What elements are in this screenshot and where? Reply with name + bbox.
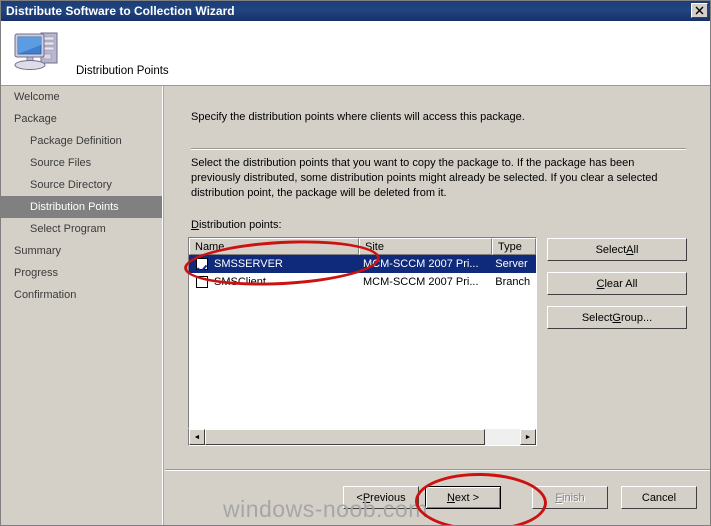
sidebar-item-source-directory[interactable]: Source Directory <box>1 174 162 196</box>
sidebar-item-progress[interactable]: Progress <box>1 262 162 284</box>
distribution-points-list[interactable]: Name Site Type SMSSERVER MCM-SCCM 2007 P… <box>188 237 537 429</box>
btn-pre: Select <box>595 243 627 256</box>
row-site-cell: MCM-SCCM 2007 Pri... <box>363 276 479 288</box>
row-type-cell: Branch <box>495 276 531 288</box>
select-group-button[interactable]: Select Group... <box>547 306 687 329</box>
btn-post: ext > <box>454 491 480 504</box>
next-button[interactable]: Next > <box>425 486 501 509</box>
btn-post: ll <box>633 243 639 256</box>
title-bar: Distribute Software to Collection Wizard <box>1 1 710 21</box>
row-name-text: SMSSERVER <box>214 258 283 270</box>
btn-post: Cancel <box>641 491 677 504</box>
sidebar-item-package-definition[interactable]: Package Definition <box>1 130 162 152</box>
sidebar-item-welcome[interactable]: Welcome <box>1 86 162 108</box>
btn-post: roup... <box>620 311 653 324</box>
wizard-window: Distribute Software to Collection Wizard <box>0 0 711 526</box>
scroll-right-icon[interactable]: ► <box>520 429 536 445</box>
sidebar-item-confirmation[interactable]: Confirmation <box>1 284 162 306</box>
btn-accel: P <box>362 491 371 504</box>
wizard-header: Distribution Points <box>1 21 710 84</box>
btn-accel: F <box>555 491 563 504</box>
sidebar-divider <box>162 86 164 525</box>
wizard-steps-sidebar: Welcome Package Package Definition Sourc… <box>1 86 162 525</box>
btn-accel: C <box>596 277 605 290</box>
horizontal-scrollbar[interactable]: ◄ ► <box>188 429 537 446</box>
previous-button[interactable]: < Previous <box>343 486 419 509</box>
btn-post: revious <box>370 491 406 504</box>
scrollbar-track[interactable] <box>205 429 520 445</box>
checkbox-icon[interactable] <box>196 276 208 288</box>
description-text: Select the distribution points that you … <box>191 157 658 199</box>
section-divider <box>191 148 686 150</box>
scrollbar-thumb[interactable] <box>205 429 485 445</box>
label-accel-char: D <box>191 219 199 231</box>
btn-post: lear All <box>604 277 638 290</box>
list-column-headers: Name Site Type <box>189 238 536 255</box>
cancel-button[interactable]: Cancel <box>621 486 697 509</box>
sidebar-item-source-files[interactable]: Source Files <box>1 152 162 174</box>
computer-server-icon <box>11 27 65 75</box>
sidebar-item-package[interactable]: Package <box>1 108 162 130</box>
column-header-type[interactable]: Type <box>492 238 536 255</box>
finish-button: Finish <box>532 486 608 509</box>
row-name-cell: SMSClient <box>189 276 358 288</box>
footer-divider <box>165 469 710 471</box>
sidebar-item-select-program[interactable]: Select Program <box>1 218 162 240</box>
btn-accel: G <box>612 311 621 324</box>
distribution-points-label: Distribution points: <box>191 219 282 231</box>
clear-all-button[interactable]: Clear All <box>547 272 687 295</box>
close-icon[interactable] <box>691 3 708 18</box>
checkbox-icon[interactable] <box>196 258 208 270</box>
intro-text: Specify the distribution points where cl… <box>191 111 525 123</box>
column-header-name[interactable]: Name <box>189 238 359 255</box>
scroll-left-icon[interactable]: ◄ <box>189 429 205 445</box>
select-all-button[interactable]: Select All <box>547 238 687 261</box>
sidebar-item-distribution-points[interactable]: Distribution Points <box>1 196 162 218</box>
row-name-text: SMSClient <box>214 276 266 288</box>
btn-pre: Select <box>581 311 613 324</box>
btn-accel: A <box>626 243 634 256</box>
row-site-cell: MCM-SCCM 2007 Pri... <box>363 258 479 270</box>
close-glyph <box>695 6 704 15</box>
btn-accel: N <box>446 491 455 504</box>
sidebar-item-summary[interactable]: Summary <box>1 240 162 262</box>
label-rest: istribution points: <box>198 219 282 231</box>
table-row[interactable]: SMSClient MCM-SCCM 2007 Pri... Branch <box>189 273 536 291</box>
column-header-site[interactable]: Site <box>359 238 492 255</box>
page-title: Distribution Points <box>76 65 169 77</box>
btn-post: inish <box>562 491 585 504</box>
row-name-cell: SMSSERVER <box>189 258 358 270</box>
row-type-cell: Server <box>495 258 528 270</box>
content-panel: Specify the distribution points where cl… <box>165 86 710 469</box>
window-title: Distribute Software to Collection Wizard <box>6 4 235 18</box>
table-row[interactable]: SMSSERVER MCM-SCCM 2007 Pri... Server <box>189 255 536 273</box>
